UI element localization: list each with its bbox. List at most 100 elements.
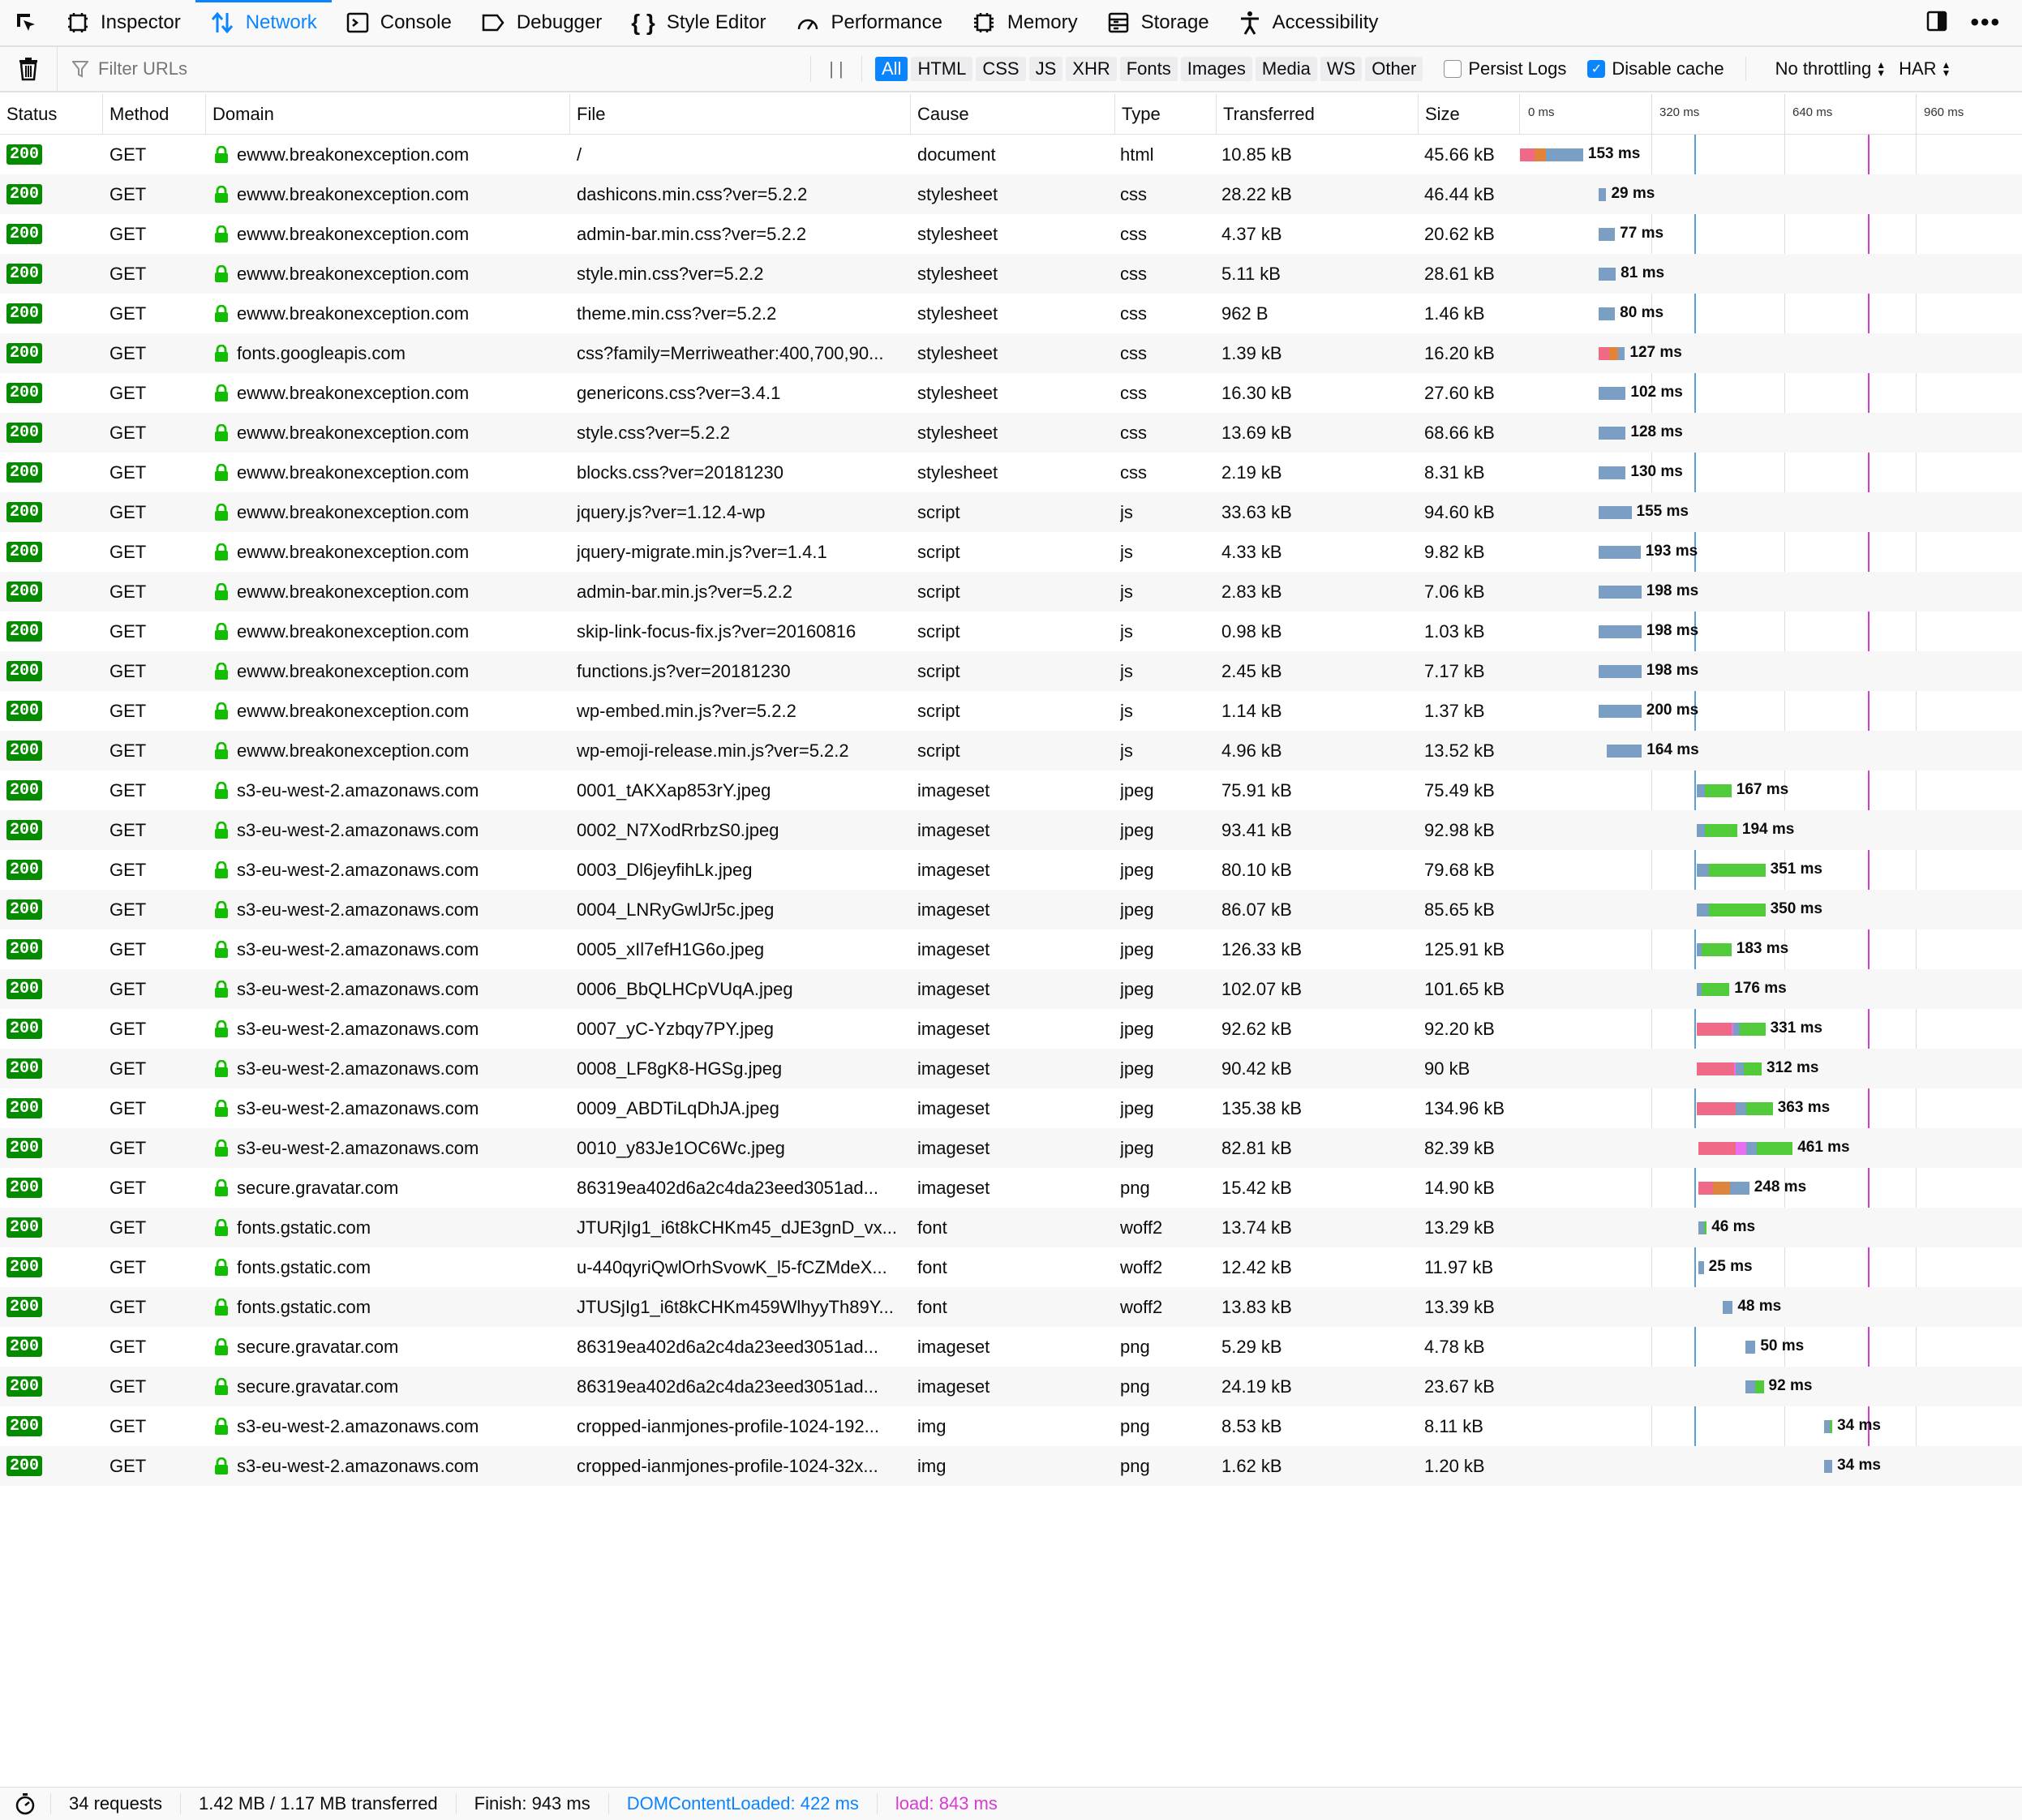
filter-type-js[interactable]: JS (1028, 57, 1063, 81)
persist-logs-checkbox[interactable]: Persist Logs (1444, 58, 1566, 79)
column-cause[interactable]: Cause (911, 94, 1115, 135)
table-row[interactable]: 200 GET ewww.breakonexception.com jquery-mi… (0, 532, 2022, 572)
column-domain[interactable]: Domain (206, 94, 570, 135)
column-type[interactable]: Type (1115, 94, 1217, 135)
table-row[interactable]: 200 GET ewww.breakonexception.com style.min… (0, 254, 2022, 294)
filter-type-html[interactable]: HTML (911, 57, 973, 81)
table-row[interactable]: 200 GET s3-eu-west-2.amazonaws.com 0002_N7X… (0, 810, 2022, 850)
table-row[interactable]: 200 GET secure.gravatar.com 86319ea402d6a2c… (0, 1367, 2022, 1406)
checkmark-icon[interactable]: ✓ (1587, 60, 1606, 78)
tab-memory[interactable]: Memory (957, 0, 1093, 45)
table-row[interactable]: 200 GET s3-eu-west-2.amazonaws.com 0009_ABD… (0, 1088, 2022, 1128)
table-row[interactable]: 200 GET s3-eu-west-2.amazonaws.com 0005_xIl… (0, 929, 2022, 969)
table-row[interactable]: 200 GET secure.gravatar.com 86319ea402d6a2c… (0, 1168, 2022, 1208)
filter-type-all[interactable]: All (875, 57, 908, 81)
column-status[interactable]: Status (0, 94, 103, 135)
column-file[interactable]: File (570, 94, 911, 135)
pause-button[interactable]: | | (810, 55, 862, 83)
waterfall-bar-segment (1709, 864, 1766, 877)
table-row[interactable]: 200 GET s3-eu-west-2.amazonaws.com 0008_LF8… (0, 1049, 2022, 1088)
filter-type-other[interactable]: Other (1365, 57, 1423, 81)
filter-type-images[interactable]: Images (1180, 57, 1252, 81)
tab-storage[interactable]: Storage (1093, 0, 1224, 45)
table-row[interactable]: 200 GET ewww.breakonexception.com dashicons… (0, 174, 2022, 214)
element-picker-icon[interactable] (0, 0, 52, 45)
tab-performance[interactable]: Performance (781, 0, 957, 45)
filter-type-xhr[interactable]: XHR (1066, 57, 1117, 81)
lock-icon (214, 1377, 229, 1396)
status-badge: 200 (6, 144, 43, 165)
debugger-icon (481, 11, 505, 34)
table-row[interactable]: 200 GET ewww.breakonexception.com theme.min… (0, 294, 2022, 333)
table-row[interactable]: 200 GET s3-eu-west-2.amazonaws.com 0007_yC-… (0, 1009, 2022, 1049)
waterfall-bar-segment (1598, 466, 1626, 479)
table-row[interactable]: 200 GET ewww.breakonexception.com / document… (0, 135, 2022, 174)
filter-type-ws[interactable]: WS (1320, 57, 1363, 81)
persist-logs-box[interactable] (1444, 60, 1462, 78)
waterfall-cell: 183 ms (1520, 929, 2022, 969)
table-row[interactable]: 200 GET s3-eu-west-2.amazonaws.com 0006_BbQ… (0, 969, 2022, 1009)
table-row[interactable]: 200 GET s3-eu-west-2.amazonaws.com 0004_LNR… (0, 890, 2022, 929)
table-row[interactable]: 200 GET ewww.breakonexception.com wp-emoji-… (0, 731, 2022, 770)
cause-cell: imageset (917, 1097, 990, 1118)
table-row[interactable]: 200 GET ewww.breakonexception.com admin-bar… (0, 214, 2022, 254)
file-cell: 0008_LF8gK8-HGSg.jpeg (577, 1058, 783, 1079)
table-row[interactable]: 200 GET s3-eu-west-2.amazonaws.com 0010_y83… (0, 1128, 2022, 1168)
table-row[interactable]: 200 GET fonts.gstatic.com JTURjIg1_i6t8kCHK… (0, 1208, 2022, 1247)
performance-analysis-button[interactable] (0, 1793, 51, 1815)
tab-network[interactable]: Network (195, 0, 332, 45)
table-row[interactable]: 200 GET s3-eu-west-2.amazonaws.com 0001_tAK… (0, 770, 2022, 810)
status-cell: 200 (6, 612, 100, 651)
table-row[interactable]: 200 GET ewww.breakonexception.com genericon… (0, 373, 2022, 413)
filter-type-fonts[interactable]: Fonts (1119, 57, 1178, 81)
table-row[interactable]: 200 GET ewww.breakonexception.com admin-bar… (0, 572, 2022, 612)
waterfall-bar-segment (1598, 506, 1632, 519)
har-menu[interactable]: HAR ▲ ▼ (1899, 58, 1951, 79)
table-row[interactable]: 200 GET ewww.breakonexception.com jquery.js… (0, 492, 2022, 532)
more-options-icon[interactable]: ••• (1970, 9, 2001, 36)
disable-cache-checkbox[interactable]: ✓ Disable cache (1587, 58, 1724, 79)
method-cell: GET (109, 303, 147, 324)
table-row[interactable]: 200 GET ewww.breakonexception.com skip-link… (0, 612, 2022, 651)
throttling-select[interactable]: No throttling ▲ ▼ (1775, 58, 1887, 79)
dock-icon[interactable] (1925, 9, 1949, 37)
table-row[interactable]: 200 GET secure.gravatar.com 86319ea402d6a2c… (0, 1327, 2022, 1367)
filter-urls-input[interactable] (97, 58, 797, 80)
table-row[interactable]: 200 GET ewww.breakonexception.com wp-embed.… (0, 691, 2022, 731)
tab-inspector[interactable]: Inspector (52, 0, 195, 45)
table-row[interactable]: 200 GET ewww.breakonexception.com blocks.cs… (0, 453, 2022, 492)
table-row[interactable]: 200 GET fonts.googleapis.com css?family=Mer… (0, 333, 2022, 373)
table-row[interactable]: 200 GET s3-eu-west-2.amazonaws.com cropped-… (0, 1446, 2022, 1486)
column-size[interactable]: Size (1419, 94, 1520, 135)
waterfall-bar-segment (1698, 1142, 1736, 1155)
domain-text: fonts.gstatic.com (237, 1217, 371, 1238)
filter-type-css[interactable]: CSS (976, 57, 1026, 81)
column-transferred[interactable]: Transferred (1217, 94, 1419, 135)
table-row[interactable]: 200 GET s3-eu-west-2.amazonaws.com cropped-… (0, 1406, 2022, 1446)
type-cell: png (1120, 1415, 1150, 1436)
clear-requests-button[interactable] (0, 47, 58, 91)
file-cell: dashicons.min.css?ver=5.2.2 (577, 183, 808, 204)
tab-debugger[interactable]: Debugger (466, 0, 616, 45)
table-row[interactable]: 200 GET ewww.breakonexception.com functions… (0, 651, 2022, 691)
tab-style-editor[interactable]: { } Style Editor (616, 0, 780, 45)
waterfall-cell: 130 ms (1520, 453, 2022, 492)
waterfall-bar-segment (1598, 387, 1626, 400)
tab-accessibility[interactable]: Accessibility (1224, 0, 1393, 45)
transferred-cell: 2.83 kB (1221, 581, 1282, 602)
table-row[interactable]: 200 GET fonts.gstatic.com u-440qyriQwlOrhSv… (0, 1247, 2022, 1287)
tab-console[interactable]: Console (332, 0, 466, 45)
domain-text: ewww.breakonexception.com (237, 700, 470, 721)
table-row[interactable]: 200 GET ewww.breakonexception.com style.css… (0, 413, 2022, 453)
column-method[interactable]: Method (103, 94, 206, 135)
timing-label: 193 ms (1645, 543, 1698, 560)
table-row[interactable]: 200 GET fonts.gstatic.com JTUSjIg1_i6t8kCHK… (0, 1287, 2022, 1327)
waterfall-bar-segment (1735, 1102, 1747, 1115)
table-row[interactable]: 200 GET s3-eu-west-2.amazonaws.com 0003_Dl6… (0, 850, 2022, 890)
cause-cell: img (917, 1415, 947, 1436)
cause-cell: imageset (917, 819, 990, 840)
type-cell: png (1120, 1455, 1150, 1476)
filter-type-media[interactable]: Media (1255, 57, 1317, 81)
transferred-cell: 82.81 kB (1221, 1137, 1292, 1158)
cause-cell: stylesheet (917, 461, 998, 483)
